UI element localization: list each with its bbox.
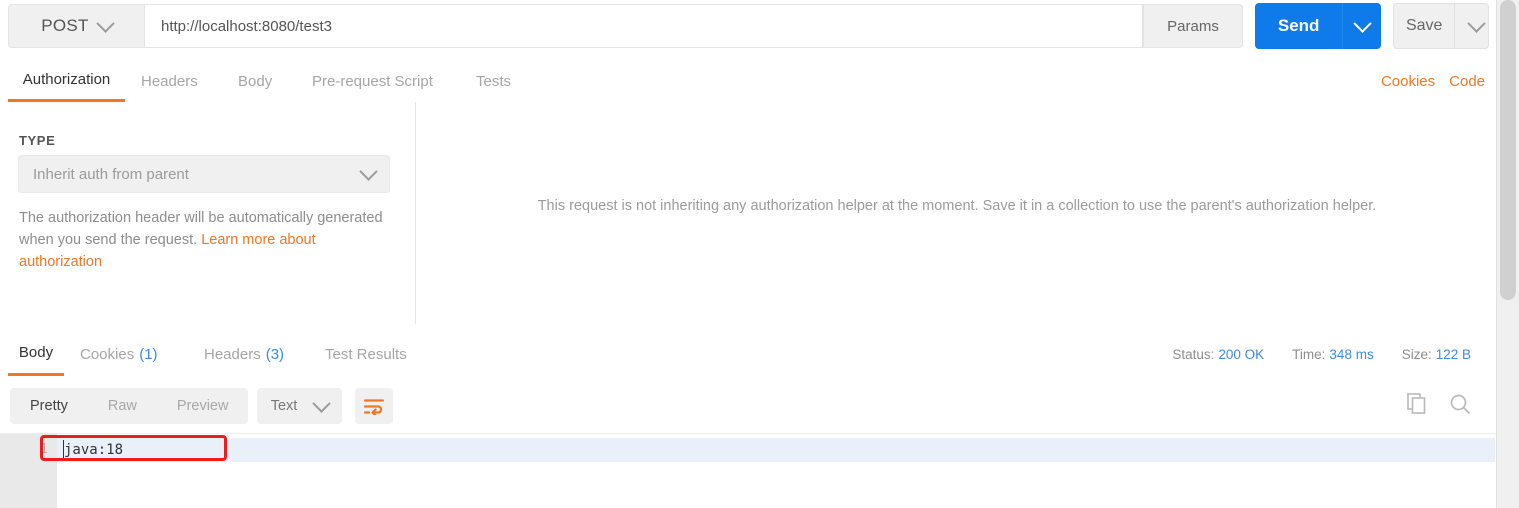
- status-group: Status: 200 OK: [1172, 347, 1264, 362]
- save-button-label: Save: [1405, 17, 1443, 34]
- tab-pre-request-script[interactable]: Pre-request Script: [312, 60, 433, 102]
- response-format-value: Text: [270, 398, 298, 414]
- tab-test-results-label: Test Results: [325, 345, 407, 363]
- response-status-info: Status: 200 OK Time: 348 ms Size: 122 B: [1172, 332, 1471, 376]
- response-body-line: java:18: [57, 438, 1495, 462]
- chevron-down-icon: [359, 161, 378, 181]
- tab-response-cookies-count: (1): [139, 345, 158, 363]
- send-options-dropdown[interactable]: [1342, 3, 1381, 49]
- time-group: Time: 348 ms: [1292, 347, 1374, 362]
- postman-app: POST http://localhost:8080/test3 Params …: [0, 0, 1497, 508]
- params-button[interactable]: Params: [1143, 4, 1243, 48]
- tab-authorization[interactable]: Authorization: [8, 60, 125, 102]
- chevron-down-icon: [1352, 13, 1372, 33]
- auth-type-label: TYPE: [19, 133, 56, 148]
- response-body-viewer[interactable]: 1 java:18 https://blog.csdn.net/weixin_4…: [0, 433, 1497, 508]
- wrap-lines-icon: [364, 398, 384, 415]
- response-toolbar: Pretty Raw Preview Text: [0, 377, 1497, 433]
- params-button-label: Params: [1167, 17, 1219, 35]
- auth-note: The authorization header will be automat…: [19, 207, 387, 273]
- cookies-link[interactable]: Cookies: [1381, 73, 1435, 90]
- status-label: Status:: [1172, 346, 1215, 362]
- line-number-gutter: 1: [0, 434, 57, 508]
- copy-icon: [1407, 393, 1426, 414]
- url-input[interactable]: http://localhost:8080/test3: [145, 4, 1143, 48]
- tab-pre-request-script-label: Pre-request Script: [312, 72, 433, 90]
- auth-type-select[interactable]: Inherit auth from parent: [18, 155, 390, 193]
- inherit-auth-message: This request is not inheriting any autho…: [537, 198, 1377, 214]
- tab-response-cookies-label: Cookies: [80, 345, 135, 363]
- view-mode-preview[interactable]: Preview: [157, 388, 249, 424]
- search-icon: [1450, 394, 1470, 414]
- save-button[interactable]: Save: [1393, 3, 1489, 49]
- time-label: Time:: [1292, 346, 1326, 362]
- copy-button[interactable]: [1407, 393, 1427, 419]
- request-bar-links: Cookies Code: [1381, 60, 1485, 102]
- tab-response-headers-label: Headers: [204, 345, 261, 363]
- response-view-mode-group: Pretty Raw Preview: [10, 388, 249, 424]
- tab-response-headers[interactable]: Headers (3): [204, 332, 284, 376]
- wrap-lines-button[interactable]: [355, 388, 393, 424]
- code-link[interactable]: Code: [1449, 73, 1485, 90]
- http-method-selector[interactable]: POST: [8, 4, 145, 48]
- chevron-down-icon: [312, 393, 331, 413]
- size-value: 122 B: [1435, 346, 1471, 362]
- http-method-label: POST: [41, 16, 89, 35]
- tab-response-cookies[interactable]: Cookies (1): [80, 332, 158, 376]
- request-url-bar: POST http://localhost:8080/test3 Params …: [0, 0, 1497, 56]
- authorization-config: TYPE Inherit auth from parent The author…: [0, 102, 416, 324]
- tab-response-headers-count: (3): [265, 345, 285, 363]
- tab-headers[interactable]: Headers: [141, 60, 198, 102]
- response-body-text: java:18: [64, 442, 124, 458]
- tab-headers-label: Headers: [141, 72, 198, 90]
- tab-test-results[interactable]: Test Results: [325, 332, 407, 376]
- tab-response-body-label: Body: [18, 344, 54, 361]
- status-value: 200 OK: [1218, 346, 1265, 362]
- response-tool-icons: [1407, 388, 1471, 424]
- search-button[interactable]: [1449, 393, 1471, 420]
- send-button-label: Send: [1277, 16, 1320, 35]
- view-mode-raw[interactable]: Raw: [88, 388, 157, 424]
- size-group: Size: 122 B: [1402, 347, 1471, 362]
- save-options-dropdown[interactable]: [1454, 4, 1488, 48]
- page-scrollbar[interactable]: [1496, 0, 1519, 508]
- response-format-select[interactable]: Text: [257, 388, 342, 424]
- line-number: 1: [40, 442, 48, 457]
- response-tab-bar: Body Cookies (1) Headers (3) Test Result…: [0, 324, 1497, 378]
- tab-tests[interactable]: Tests: [476, 60, 511, 102]
- chevron-down-icon: [1467, 13, 1486, 33]
- tab-body[interactable]: Body: [238, 60, 272, 102]
- size-label: Size:: [1401, 346, 1432, 362]
- authorization-message-panel: This request is not inheriting any autho…: [417, 102, 1497, 324]
- time-value: 348 ms: [1329, 346, 1374, 362]
- tab-response-body[interactable]: Body: [8, 332, 64, 376]
- view-mode-pretty[interactable]: Pretty: [10, 388, 88, 424]
- tab-tests-label: Tests: [476, 72, 512, 90]
- chevron-down-icon: [96, 13, 115, 33]
- page-scrollbar-thumb[interactable]: [1500, 0, 1516, 300]
- send-button[interactable]: Send: [1255, 3, 1381, 49]
- authorization-panel: TYPE Inherit auth from parent The author…: [0, 102, 1497, 325]
- tab-body-label: Body: [238, 72, 273, 90]
- request-tab-bar: Authorization Headers Body Pre-request S…: [0, 60, 1497, 103]
- url-input-value: http://localhost:8080/test3: [161, 17, 332, 35]
- tab-authorization-label: Authorization: [22, 71, 111, 88]
- auth-type-value: Inherit auth from parent: [33, 165, 189, 183]
